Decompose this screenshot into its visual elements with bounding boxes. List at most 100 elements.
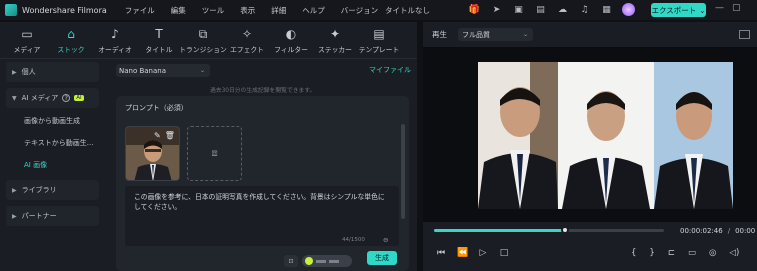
menu-tools[interactable]: ツール — [202, 5, 225, 16]
export-label: エクスポート — [651, 5, 697, 15]
credit-bar — [316, 259, 326, 263]
tab-sticker[interactable]: ✦ ステッカー — [313, 22, 357, 58]
gift-icon[interactable]: 🎁 — [468, 3, 481, 16]
layout-icon[interactable]: ▣ — [512, 3, 525, 16]
playhead-handle[interactable] — [561, 226, 570, 234]
menu-edit[interactable]: 編集 — [171, 5, 186, 16]
aspect-ratio-icon[interactable]: ⊡ — [284, 255, 298, 267]
model-select-value: Nano Banana — [119, 66, 167, 75]
menu-details[interactable]: 詳細 — [271, 5, 286, 16]
caret-right-icon: ▶ — [12, 212, 17, 220]
cloud-upload-icon[interactable]: ☁ — [556, 3, 569, 16]
menu-help[interactable]: ヘルプ — [302, 5, 325, 16]
image-icon[interactable]: ▤ — [534, 3, 547, 16]
sidebar-item-text-to-video[interactable]: テキストから動画生... — [6, 132, 99, 154]
my-files-link[interactable]: マイファイル — [369, 65, 411, 75]
sidebar-item-personal[interactable]: ▶ 個人 — [6, 62, 99, 82]
tab-title[interactable]: T タイトル — [137, 22, 181, 58]
grid-icon[interactable]: ▦ — [600, 3, 613, 16]
mark-in-icon[interactable]: { — [631, 248, 636, 258]
credit-coin-icon — [305, 257, 313, 265]
generate-button[interactable]: 生成 — [367, 251, 397, 265]
quality-select-value: フル品質 — [462, 30, 490, 39]
prompt-card: プロンプト（必須） ✎ 🗑 ⧈ この画像を参考に、日本の証明写真を作成してくださ… — [116, 96, 409, 271]
player-label: 再生 — [432, 30, 447, 39]
image-add-icon: ⧈ — [211, 148, 218, 159]
caret-right-icon: ▶ — [12, 68, 17, 76]
filmora-logo-icon — [5, 4, 17, 16]
filter-icon: ◐ — [285, 26, 297, 41]
menu-view[interactable]: 表示 — [240, 5, 255, 16]
title-icon: T — [155, 26, 163, 41]
chevron-down-icon: ⌄ — [199, 67, 205, 74]
export-button[interactable]: エクスポート ⌄ — [651, 3, 706, 17]
play-icon[interactable]: ▷ — [478, 248, 488, 258]
skip-back-icon[interactable]: ⏮ — [436, 248, 446, 258]
trash-icon[interactable]: 🗑 — [165, 131, 175, 140]
mark-out-icon[interactable]: } — [649, 248, 654, 258]
sidebar-item-ai-media[interactable]: ▼ AI メディア ? AI — [6, 88, 99, 108]
credits-indicator — [302, 255, 352, 267]
insert-icon[interactable]: ⊏ — [668, 248, 675, 258]
stock-sidebar: ▶ 個人 ▼ AI メディア ? AI 画像から動画生成 テキストから動画生..… — [6, 62, 99, 271]
portrait-variant-1 — [478, 62, 558, 209]
player-panel: 再生 フル品質 ⌄ 00:00:02:46 / 00:00 ⏮ ⏪ ▷ □ {… — [423, 22, 757, 271]
sidebar-item-label: パートナー — [21, 212, 57, 220]
quality-select[interactable]: フル品質 ⌄ — [458, 28, 533, 41]
stock-icon: ⌂ — [67, 26, 75, 41]
help-icon[interactable]: ? — [62, 94, 71, 102]
portrait-variant-3 — [654, 62, 733, 209]
tab-stock[interactable]: ⌂ ストック — [49, 22, 93, 58]
camera-icon[interactable]: ◎ — [709, 248, 716, 258]
scrollbar[interactable] — [401, 124, 405, 219]
chevron-down-icon: ⌄ — [522, 31, 528, 38]
sticker-icon: ✦ — [329, 26, 341, 41]
display-icon[interactable]: ▭ — [688, 248, 696, 258]
headset-icon[interactable]: ♫ — [578, 3, 591, 16]
send-icon[interactable]: ➤ — [490, 3, 503, 16]
tab-filter[interactable]: ◐ フィルター — [269, 22, 313, 58]
model-select[interactable]: Nano Banana ⌄ — [116, 64, 210, 77]
ai-badge: AI — [74, 95, 84, 101]
menu-file[interactable]: ファイル — [125, 5, 155, 16]
sidebar-item-partner[interactable]: ▶ パートナー — [6, 206, 99, 226]
sidebar-item-ai-image[interactable]: AI 画像 — [6, 154, 99, 176]
credit-bar — [329, 259, 339, 263]
template-icon: ▤ — [373, 26, 385, 41]
time-separator: / — [727, 227, 731, 235]
tab-transition[interactable]: ⧉ トランジション — [179, 22, 227, 58]
app-name: Wondershare Filmora — [22, 5, 107, 15]
sidebar-item-label: 個人 — [21, 68, 36, 76]
maximize-icon[interactable]: ▢ — [732, 3, 741, 13]
media-library-panel: ▭ メディア ⌂ ストック ♪ オーディオ T タイトル ⧉ トランジション ✧ エフェクト… — [0, 22, 417, 271]
tab-media[interactable]: ▭ メディア — [5, 22, 49, 58]
step-back-icon[interactable]: ⏪ — [457, 248, 468, 258]
tab-effect[interactable]: ✧ エフェクト — [225, 22, 269, 58]
media-icon: ▭ — [21, 26, 33, 41]
menu-version[interactable]: バージョン — [341, 5, 378, 16]
edit-icon[interactable]: ✎ — [154, 131, 161, 140]
portrait-variant-2 — [558, 62, 654, 209]
timecode: 00:00:02:46 / 00:00 — [680, 227, 755, 235]
generated-image — [478, 62, 733, 209]
snapshot-grid-icon[interactable] — [739, 30, 750, 39]
tab-audio[interactable]: ♪ オーディオ — [93, 22, 137, 58]
character-counter: 44/1500 — [342, 237, 365, 243]
title-bar: Wondershare Filmora ファイル 編集 ツール 表示 詳細 ヘル… — [0, 0, 757, 20]
clear-icon[interactable]: ⊖ — [383, 236, 388, 244]
sidebar-item-library[interactable]: ▶ ライブラリ — [6, 180, 99, 200]
add-image-slot[interactable]: ⧈ — [187, 126, 242, 181]
volume-icon[interactable]: ◁) — [729, 248, 739, 258]
ai-image-panel: Nano Banana ⌄ マイファイル 過去30日分の生成記録を閲覧できます。… — [104, 59, 417, 271]
total-time: 00:00 — [735, 227, 756, 235]
avatar[interactable] — [622, 3, 635, 16]
stop-icon[interactable]: □ — [499, 248, 509, 258]
progress-fill — [434, 229, 566, 232]
sidebar-item-image-to-video[interactable]: 画像から動画生成 — [6, 110, 99, 132]
sidebar-item-label: AI メディア — [21, 94, 59, 102]
playback-progress-bar[interactable] — [434, 226, 664, 234]
history-notice: 過去30日分の生成記録を閲覧できます。 — [210, 88, 316, 94]
preview-canvas — [423, 47, 757, 222]
minimize-icon[interactable]: — — [715, 3, 724, 13]
tab-template[interactable]: ▤ テンプレート — [357, 22, 401, 58]
